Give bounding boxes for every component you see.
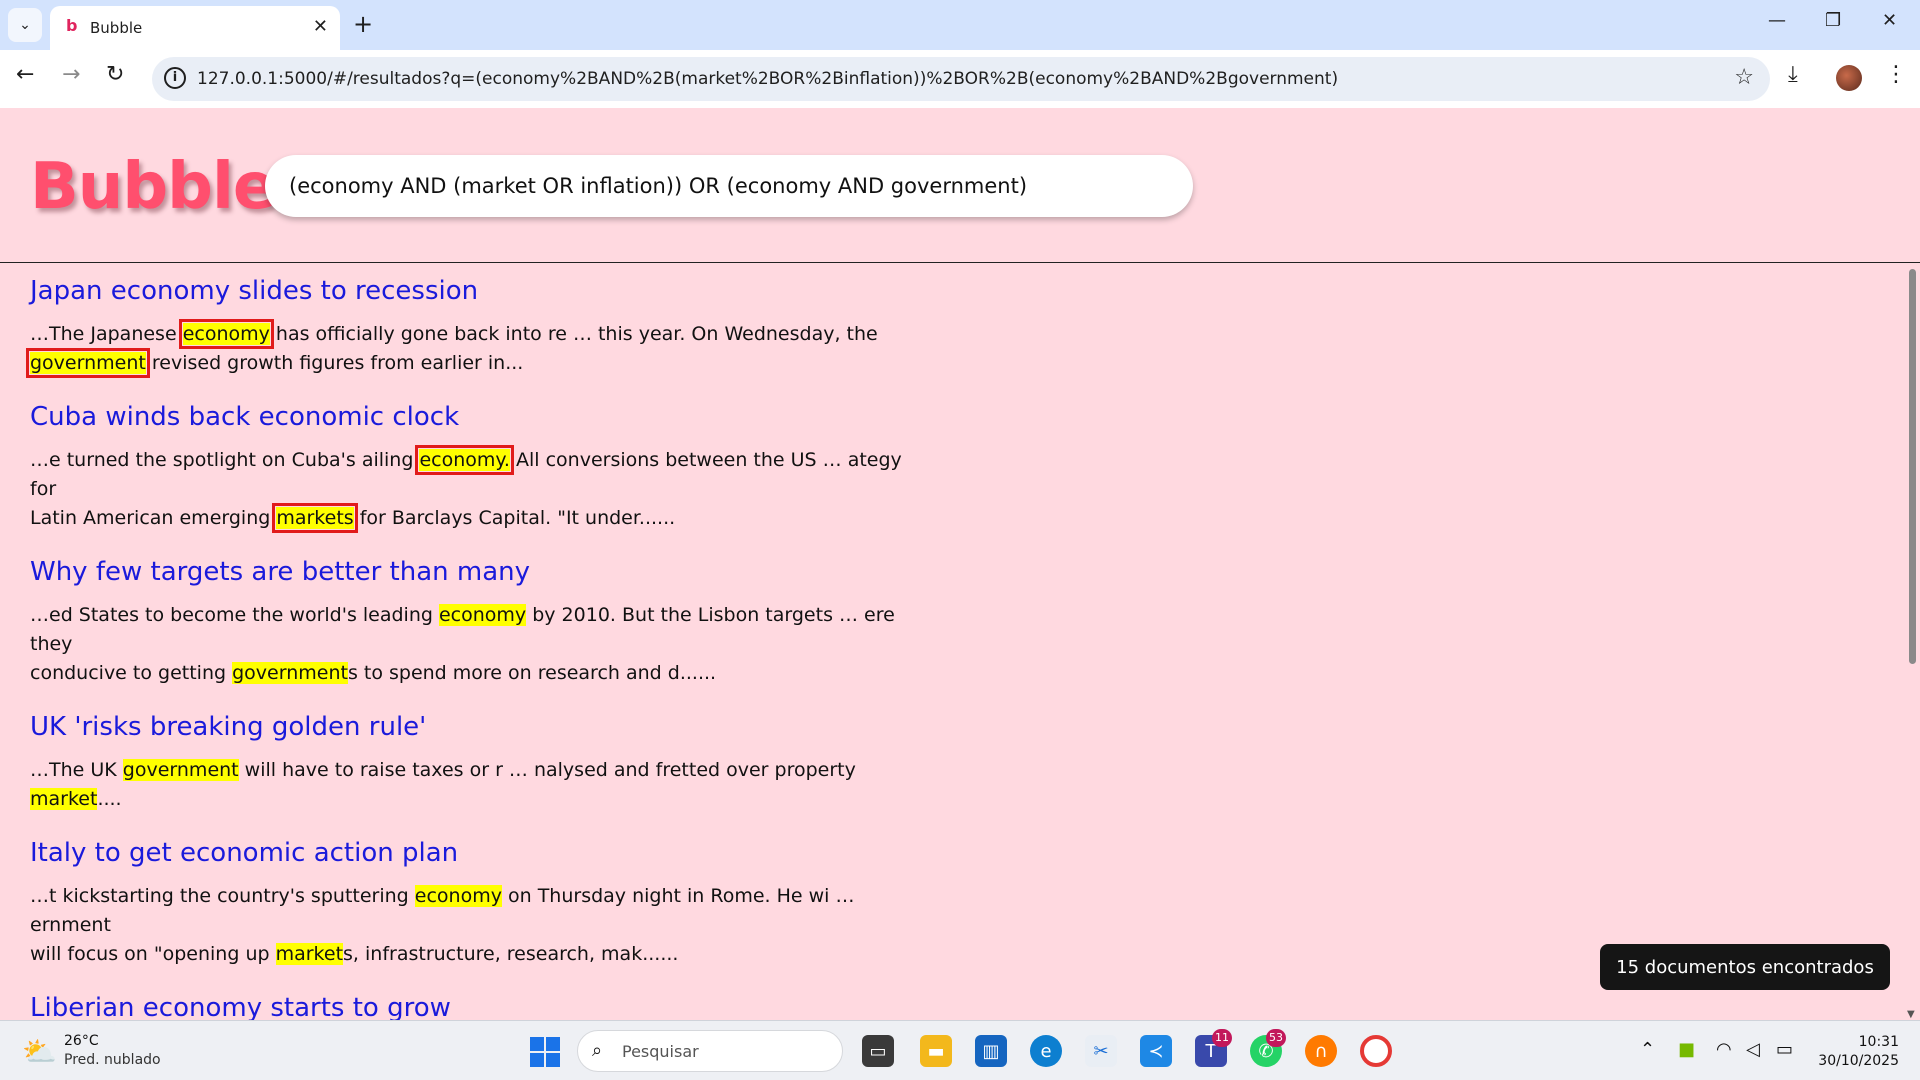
documents-found-badge: 15 documentos encontrados (1600, 944, 1890, 990)
url-text[interactable]: 127.0.0.1:5000/#/resultados?q=(economy%2… (197, 69, 1338, 89)
task-view-icon[interactable]: ▭ (862, 1035, 894, 1067)
highlighted-term: government (122, 759, 239, 781)
snippet-text: …e turned the spotlight on Cuba's ailing (30, 449, 420, 471)
minimize-icon[interactable]: — (1768, 10, 1786, 31)
whatsapp-notification-badge: 53 (1266, 1029, 1286, 1047)
result-item: Why few targets are better than many …ed … (30, 557, 910, 688)
result-snippet: …t kickstarting the country's sputtering… (30, 882, 910, 969)
snippet-text: …The UK (30, 759, 123, 781)
browser-tabstrip: ⌄ b Bubble ✕ + — ❐ ✕ (0, 0, 1920, 50)
profile-avatar[interactable] (1836, 65, 1862, 91)
taskbar-search-box[interactable]: ⌕ Pesquisar (577, 1030, 843, 1072)
snippet-text: Latin American emerging (30, 507, 277, 529)
restore-icon[interactable]: ❐ (1825, 10, 1841, 31)
headset-app-icon[interactable]: ∩ (1305, 1035, 1337, 1067)
window-close-icon[interactable]: ✕ (1882, 10, 1897, 31)
result-item: Italy to get economic action plan …t kick… (30, 838, 910, 969)
tab-close-icon[interactable]: ✕ (313, 16, 328, 37)
vscode-icon[interactable]: ≺ (1140, 1035, 1172, 1067)
clock-date[interactable]: 30/10/2025 (1812, 1053, 1899, 1069)
results-list: Japan economy slides to recession …The Ja… (26, 276, 910, 1047)
snippet-text: will focus on "opening up (30, 943, 276, 965)
forward-arrow-icon[interactable]: → (62, 62, 80, 87)
download-icon[interactable]: ⤓ (1788, 62, 1798, 87)
result-snippet: …The UK government will have to raise ta… (30, 756, 910, 814)
tab-title: Bubble (90, 19, 143, 37)
highlighted-term: government (232, 662, 348, 684)
bookmark-star-icon[interactable]: ☆ (1734, 65, 1754, 90)
snippet-text: …ed States to become the world's leading (30, 604, 439, 626)
scroll-down-arrow-icon[interactable]: ▼ (1907, 1009, 1915, 1020)
snippet-text: …The Japanese (30, 323, 183, 345)
snippet-text: …t kickstarting the country's sputtering (30, 885, 415, 907)
highlighted-term: economy (178, 319, 274, 349)
result-title-link[interactable]: UK 'risks breaking golden rule' (30, 712, 910, 742)
highlighted-term: government (26, 348, 150, 378)
weather-description[interactable]: Pred. nublado (64, 1052, 161, 1068)
result-snippet: …The Japanese economy has officially gon… (26, 319, 910, 378)
tray-chevron-up-icon[interactable]: ⌃ (1640, 1039, 1655, 1060)
address-bar[interactable]: i 127.0.0.1:5000/#/resultados?q=(economy… (152, 57, 1770, 101)
trello-icon[interactable]: ▥ (975, 1035, 1007, 1067)
browser-toolbar: ← → ↻ i 127.0.0.1:5000/#/resultados?q=(e… (0, 50, 1920, 108)
result-title-link[interactable]: Japan economy slides to recession (30, 276, 910, 306)
reload-icon[interactable]: ↻ (106, 62, 124, 87)
snippet-text: revised growth figures from earlier in..… (145, 352, 524, 374)
app-header: Bubble (0, 108, 1920, 263)
taskbar-search-placeholder: Pesquisar (622, 1042, 699, 1061)
result-snippet: …ed States to become the world's leading… (30, 601, 910, 688)
snipping-tool-icon[interactable]: ✂ (1085, 1035, 1117, 1067)
bubble-logo[interactable]: Bubble (30, 150, 276, 224)
result-item: UK 'risks breaking golden rule' …The UK g… (30, 712, 910, 814)
page-scrollbar[interactable]: ▼ (1904, 263, 1920, 1020)
result-snippet: …e turned the spotlight on Cuba's ailing… (30, 445, 910, 533)
favicon-icon: b (66, 16, 78, 35)
wifi-icon[interactable]: ◠ (1716, 1039, 1732, 1060)
result-item: Liberian economy starts to grow (30, 993, 910, 1023)
highlighted-term: markets (272, 503, 358, 533)
highlighted-term: market (275, 943, 344, 965)
result-title-link[interactable]: Why few targets are better than many (30, 557, 910, 587)
nvidia-icon[interactable]: ■ (1678, 1039, 1695, 1060)
result-title-link[interactable]: Liberian economy starts to grow (30, 993, 910, 1023)
snippet-text: for Barclays Capital. "It under...... (353, 507, 676, 529)
browser-tab[interactable]: b Bubble ✕ (50, 6, 340, 50)
back-arrow-icon[interactable]: ← (16, 62, 34, 87)
highlighted-term: economy (438, 604, 527, 626)
snippet-text: .... (97, 788, 122, 810)
snippet-text: conducive to getting (30, 662, 233, 684)
kebab-menu-icon[interactable]: ⋮ (1885, 62, 1907, 87)
chrome-icon[interactable] (1360, 1035, 1392, 1067)
windows-start-icon[interactable] (530, 1037, 560, 1067)
snippet-text: s, infrastructure, research, mak...... (343, 943, 679, 965)
result-item: Cuba winds back economic clock …e turned … (30, 402, 910, 533)
windows-taskbar: ⛅ 26°C Pred. nublado ⌕ Pesquisar ▭ ▬ ▥ e… (0, 1020, 1920, 1080)
edge-browser-icon[interactable]: e (1030, 1035, 1062, 1067)
volume-icon[interactable]: ◁ (1746, 1039, 1760, 1060)
weather-cloud-sun-icon[interactable]: ⛅ (22, 1035, 57, 1068)
snippet-text: has officially gone back into re … this … (269, 323, 878, 345)
battery-icon[interactable]: ▭ (1776, 1039, 1793, 1060)
result-title-link[interactable]: Italy to get economic action plan (30, 838, 910, 868)
file-explorer-folder-icon[interactable]: ▬ (920, 1035, 952, 1067)
new-tab-plus-icon[interactable]: + (353, 10, 373, 38)
teams-notification-badge: 11 (1212, 1029, 1232, 1047)
result-item: Japan economy slides to recession …The Ja… (26, 276, 910, 378)
snippet-text: s to spend more on research and d...... (347, 662, 717, 684)
clock-time[interactable]: 10:31 (1855, 1034, 1899, 1050)
search-icon: ⌕ (592, 1040, 603, 1061)
search-input[interactable] (265, 155, 1193, 217)
scrollbar-thumb[interactable] (1909, 269, 1916, 664)
highlighted-term: economy. (415, 445, 514, 475)
site-info-icon[interactable]: i (164, 67, 186, 89)
highlighted-term: market (30, 788, 98, 810)
highlighted-term: economy (414, 885, 502, 907)
weather-temperature[interactable]: 26°C (64, 1033, 99, 1049)
tab-list-chevron-down-icon[interactable]: ⌄ (8, 8, 42, 42)
result-title-link[interactable]: Cuba winds back economic clock (30, 402, 910, 432)
snippet-text: will have to raise taxes or r … nalysed … (238, 759, 856, 781)
